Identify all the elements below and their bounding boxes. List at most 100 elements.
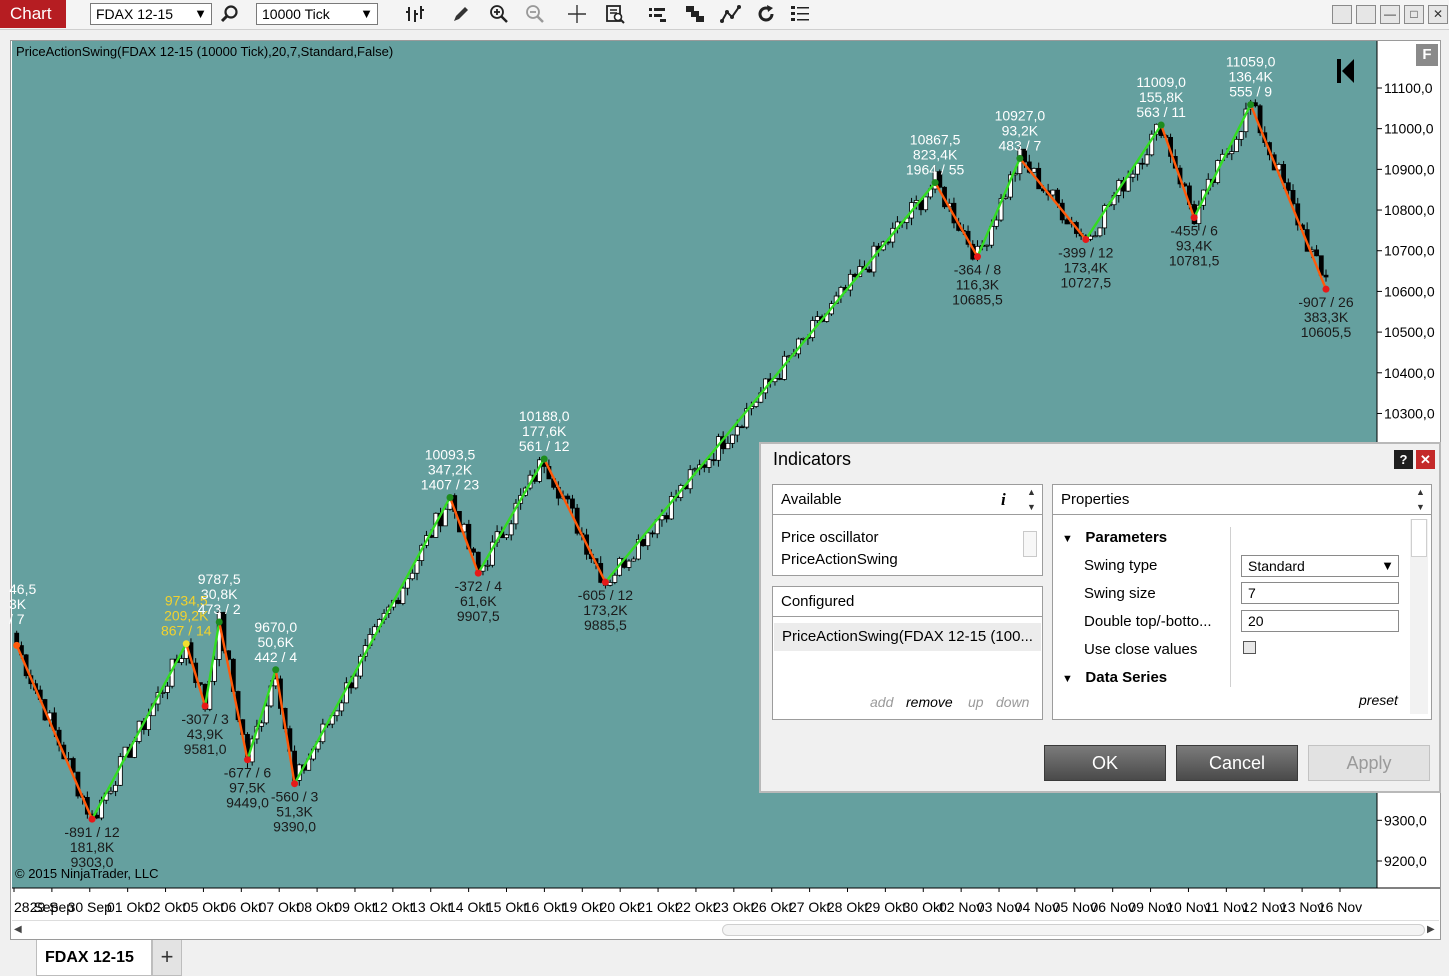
- candle-body: [108, 790, 114, 794]
- horizontal-scrollbar[interactable]: ◀ ▶: [12, 920, 1439, 938]
- swing-label: 442 / 4: [254, 649, 297, 665]
- candle-body: [259, 722, 265, 727]
- candle-body: [565, 495, 571, 500]
- swing-label: 9581,0: [184, 741, 227, 757]
- swing-label: 11009,0: [1136, 74, 1186, 90]
- swing-point-dot: [1157, 121, 1165, 129]
- candle-body: [334, 710, 340, 717]
- data-series-section[interactable]: ▼ Data Series: [1062, 669, 1167, 686]
- scroll-down-icon[interactable]: ▼: [1027, 492, 1036, 522]
- swing-label: 1964 / 55: [906, 162, 965, 178]
- x-tick-label: 08 Okt: [296, 899, 337, 915]
- properties-scrollbar[interactable]: [1410, 519, 1428, 714]
- candle-body: [626, 560, 632, 568]
- candle-body: [777, 377, 783, 380]
- candle-body: [650, 532, 655, 535]
- swing-point-dot: [243, 756, 251, 764]
- candle-body: [508, 523, 514, 536]
- collapse-icon: ▼: [1062, 533, 1073, 545]
- swing-label: 51,3K: [276, 804, 313, 820]
- down-link[interactable]: down: [996, 694, 1029, 710]
- ok-button[interactable]: OK: [1044, 745, 1166, 781]
- scrollbar-thumb[interactable]: [722, 924, 1425, 936]
- swing-point-dot: [182, 640, 190, 648]
- swing-point-dot: [13, 641, 21, 649]
- y-tick-label: 10300,0: [1384, 405, 1435, 421]
- swing-label: 9885,5: [584, 617, 627, 633]
- up-link[interactable]: up: [968, 694, 984, 710]
- swing-size-input[interactable]: 7: [1241, 582, 1399, 604]
- y-tick-label: 11100,0: [1384, 80, 1433, 96]
- x-tick-label: 06 Okt: [221, 899, 262, 915]
- candle-body: [113, 784, 119, 792]
- candle-body: [640, 538, 646, 547]
- candle-body: [730, 434, 735, 444]
- x-tick-label: 26 Okt: [751, 899, 792, 915]
- scroll-right-icon[interactable]: ▶: [1427, 924, 1435, 935]
- x-tick-label: 30 Okt: [903, 899, 944, 915]
- f-corner-button[interactable]: F: [1416, 44, 1438, 66]
- swing-label: 9449,0: [226, 795, 269, 811]
- instrument-tab[interactable]: FDAX 12-15: [36, 940, 152, 976]
- candle-body: [734, 426, 740, 436]
- available-item[interactable]: PriceActionSwing: [781, 551, 898, 568]
- preset-link[interactable]: preset: [1359, 692, 1398, 708]
- configured-panel: Configured PriceActionSwing(FDAX 12-15 (…: [772, 586, 1043, 720]
- available-header: Available i ▲ ▼: [773, 485, 1042, 515]
- remove-link[interactable]: remove: [906, 694, 953, 710]
- swing-type-select[interactable]: Standard ▼: [1241, 555, 1399, 577]
- swing-point-dot: [1247, 101, 1255, 109]
- swing-label: 383,3K: [1304, 309, 1349, 325]
- x-tick-label: 29 Okt: [865, 899, 906, 915]
- scroll-down-icon[interactable]: ▼: [1416, 492, 1425, 522]
- bottom-tab-bar: [0, 940, 1449, 976]
- x-tick-label: 30 Sep: [68, 899, 113, 915]
- properties-scrollbar-thumb[interactable]: [1411, 519, 1427, 557]
- help-button[interactable]: ?: [1394, 450, 1413, 469]
- x-tick-label: 01 Okt: [107, 899, 148, 915]
- swing-label: 46,5: [9, 581, 36, 597]
- candle-body: [993, 219, 999, 227]
- x-tick-label: 22 Okt: [675, 899, 716, 915]
- available-scrollbar[interactable]: [1023, 531, 1037, 557]
- candle-body: [711, 459, 717, 462]
- close-dialog-button[interactable]: ✕: [1416, 450, 1435, 469]
- x-tick-label: 09 Okt: [334, 899, 375, 915]
- add-tab-button[interactable]: +: [152, 940, 182, 976]
- swing-point-dot: [446, 493, 454, 501]
- info-icon[interactable]: i: [1001, 485, 1006, 515]
- add-link[interactable]: add: [870, 694, 893, 710]
- available-item[interactable]: Price oscillator: [781, 529, 879, 546]
- parameters-section[interactable]: ▼ Parameters: [1062, 529, 1167, 546]
- x-tick-label: 20 Okt: [600, 899, 641, 915]
- candle-body: [984, 244, 990, 247]
- x-tick-label: 15 Okt: [486, 899, 527, 915]
- swing-label: 10093,5: [425, 446, 476, 462]
- scroll-to-start-icon[interactable]: [1334, 57, 1356, 85]
- configured-item-row[interactable]: PriceActionSwing(FDAX 12-15 (100...: [774, 623, 1041, 651]
- swing-label: 173,2K: [583, 602, 628, 618]
- properties-header-label: Properties: [1061, 491, 1130, 508]
- swing-label: 30,8K: [201, 586, 238, 602]
- y-tick-label: 9300,0: [1384, 812, 1427, 828]
- swing-label: 177,6K: [522, 423, 567, 439]
- swing-label: 347,2K: [428, 461, 473, 477]
- apply-button[interactable]: Apply: [1308, 745, 1430, 781]
- swing-label: 10867,5: [910, 132, 961, 148]
- x-tick-label: 19 Okt: [562, 899, 603, 915]
- swing-label: 10685,5: [952, 292, 1003, 308]
- candle-body: [923, 196, 929, 211]
- candle-body: [1130, 173, 1136, 178]
- candle-body: [353, 675, 359, 689]
- candle-body: [1092, 235, 1098, 238]
- cancel-button[interactable]: Cancel: [1176, 745, 1298, 781]
- x-tick-label: 21 Okt: [637, 899, 678, 915]
- double-top-input[interactable]: 20: [1241, 610, 1399, 632]
- use-close-values-checkbox[interactable]: [1243, 641, 1256, 654]
- candle-body: [442, 508, 448, 527]
- scroll-left-icon[interactable]: ◀: [14, 924, 22, 935]
- swing-label: -455 / 6: [1170, 223, 1218, 239]
- swing-point-dot: [201, 702, 209, 710]
- swing-label: 11059,0: [1226, 54, 1276, 70]
- parameters-section-label: Parameters: [1085, 529, 1168, 546]
